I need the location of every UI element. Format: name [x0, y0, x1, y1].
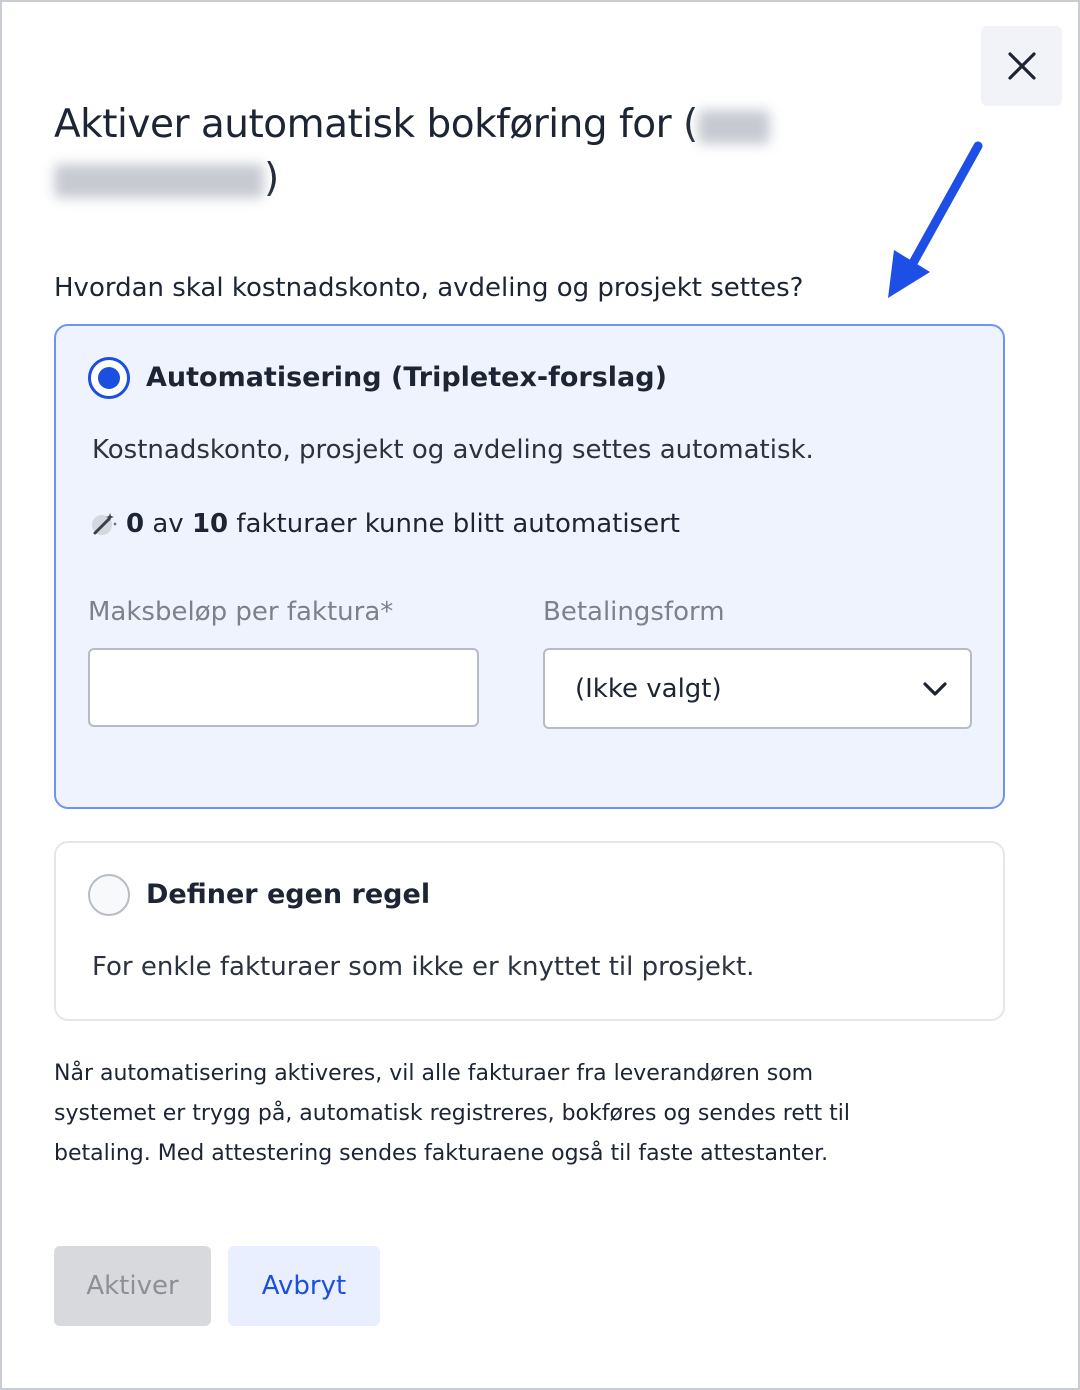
question-text: Hvordan skal kostnadskonto, avdeling og … — [54, 273, 804, 303]
max-amount-label: Maksbeløp per faktura* — [88, 597, 394, 627]
option-automation-title: Automatisering (Tripletex-forslag) — [146, 362, 667, 393]
dialog-title-text: Aktiver automatisk bokføring for ( — [54, 102, 698, 147]
dialog-title-suffix: ) — [264, 156, 279, 201]
annotation-arrow-icon — [888, 141, 983, 298]
chevron-down-icon — [923, 682, 947, 696]
automation-stat: 0 av 10 fakturaer kunne blitt automatise… — [90, 504, 680, 544]
redacted-company-name — [697, 109, 770, 144]
max-amount-input[interactable] — [88, 648, 479, 727]
radio-automation[interactable] — [88, 357, 130, 399]
option-own-rule-description: For enkle fakturaer som ikke er knyttet … — [92, 952, 755, 982]
cancel-button[interactable]: Avbryt — [228, 1246, 380, 1326]
payment-method-label: Betalingsform — [543, 597, 725, 627]
redacted-company-name-cont — [54, 163, 264, 198]
stat-of: av — [152, 509, 184, 539]
close-icon — [1007, 52, 1036, 80]
option-automation-description: Kostnadskonto, prosjekt og avdeling sett… — [92, 435, 814, 465]
dialog-title: Aktiver automatisk bokføring for ( ) — [54, 98, 774, 206]
stat-count: 0 — [126, 509, 145, 539]
payment-method-select[interactable]: (Ikke valgt) — [543, 648, 972, 729]
option-card-own-rule[interactable]: Definer egen regel For enkle fakturaer s… — [54, 841, 1005, 1021]
dialog: Aktiver automatisk bokføring for ( ) Hvo… — [0, 0, 1080, 1390]
option-own-rule-title: Definer egen regel — [146, 879, 431, 910]
activate-button[interactable]: Aktiver — [54, 1246, 211, 1326]
close-button[interactable] — [981, 26, 1062, 106]
option-card-automation[interactable]: Automatisering (Tripletex-forslag) Kostn… — [54, 324, 1005, 809]
payment-method-value: (Ikke valgt) — [575, 674, 722, 704]
stat-total: 10 — [191, 509, 229, 539]
stat-text: fakturaer kunne blitt automatisert — [236, 509, 680, 539]
info-text: Når automatisering aktiveres, vil alle f… — [54, 1061, 850, 1166]
magic-wand-icon — [92, 513, 117, 535]
radio-own-rule[interactable] — [88, 874, 130, 916]
